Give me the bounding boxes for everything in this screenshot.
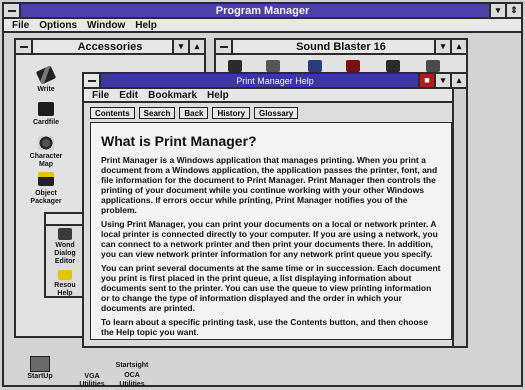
sound-blaster-title: Sound Blaster 16 [296,40,386,53]
minimize-button[interactable]: ▾ [434,74,450,87]
maximize-button[interactable]: ▴ [450,40,466,53]
help-paragraph-2: Using Print Manager, you can print your … [101,219,438,259]
help-menu-help[interactable]: Help [207,90,229,101]
help-menu-bookmark[interactable]: Bookmark [148,90,197,101]
minimize-button[interactable]: ▾ [172,40,188,53]
icon-label-character-map: Character Map [29,153,63,168]
bottom-label-oca: OCA [124,372,140,379]
desktop: Program Manager ▾ ⇕ File Options Window … [0,0,525,390]
icon-label-write: Write [37,86,55,93]
print-manager-help-window: Print Manager Help ■ ▾ ▴ File Edit Bookm… [82,72,468,348]
maximize-button[interactable]: ▴ [450,74,466,87]
sb-icon-1[interactable] [228,60,242,72]
menu-help[interactable]: Help [135,20,157,31]
startup-group-icon[interactable] [30,356,50,372]
program-manager-title: Program Manager [215,4,310,17]
bottom-label-utilities: Utilities [119,381,145,388]
help-paragraph-1: Print Manager is a Windows application t… [101,155,438,215]
object-packager-icon[interactable] [38,172,54,186]
close-icon[interactable]: ■ [418,74,434,87]
menu-options[interactable]: Options [39,20,77,31]
icon-label-cardfile: Cardfile [32,119,60,126]
minimize-button[interactable]: ▾ [434,40,450,53]
icon-label-partial: Editor [54,258,76,265]
help-paragraph-3: You can print several documents at the s… [101,263,441,313]
character-map-icon[interactable] [38,136,54,150]
contents-button[interactable]: Contents [90,107,135,119]
system-menu-box[interactable] [16,40,33,53]
menu-file[interactable]: File [12,20,29,31]
help-paragraph-4: To learn about a specific printing task,… [101,317,429,337]
restore-button[interactable]: ⇕ [505,4,521,17]
menu-window[interactable]: Window [87,20,125,31]
icon-label-partial: Wond [55,242,75,249]
window-controls: ▾ ▴ [172,40,204,53]
cardfile-icon[interactable] [38,102,54,116]
resource-help-icon[interactable] [58,270,72,280]
startup-label: StartUp [27,373,53,380]
help-menubar: File Edit Bookmark Help [84,89,466,103]
write-pen-icon[interactable] [35,65,57,85]
help-window-title: Print Manager Help [236,75,314,86]
program-manager-menubar: File Options Window Help [4,19,521,33]
sb-icon-3[interactable] [308,60,322,72]
dialog-editor-icon[interactable] [58,228,72,240]
window-controls: ▾ ▴ [434,40,466,53]
glossary-button[interactable]: Glossary [254,107,299,119]
back-button[interactable]: Back [179,107,209,119]
help-toolbar: Contents Search Back History Glossary [90,107,460,119]
help-topic-heading: What is Print Manager? [101,133,257,149]
maximize-button[interactable]: ▴ [188,40,204,53]
window-controls: ▾ ⇕ [489,4,521,17]
inner-titlebar[interactable] [46,214,86,226]
icon-label-object-packager: Object Packager [30,190,62,205]
system-menu-box[interactable] [84,74,101,87]
minimize-button[interactable]: ▾ [489,4,505,17]
sound-blaster-titlebar[interactable]: Sound Blaster 16 ▾ ▴ [216,40,466,55]
icon-label-partial: Help [57,290,73,297]
sb-icon-4[interactable] [346,60,360,72]
accessories-titlebar[interactable]: Accessories ▾ ▴ [16,40,204,55]
system-menu-box[interactable] [216,40,233,53]
sb-icon-2[interactable] [266,60,280,72]
bottom-label-startsight: Startsight [115,362,149,369]
bottom-label-vga-utilities: VGA Utilities [79,373,105,388]
history-button[interactable]: History [212,107,251,119]
sb-icon-5[interactable] [386,60,400,72]
program-manager-titlebar[interactable]: Program Manager ▾ ⇕ [4,4,521,19]
help-menu-edit[interactable]: Edit [119,90,138,101]
icon-label-partial: Dialog [54,250,76,257]
window-controls: ■ ▾ ▴ [418,74,466,87]
sb-icon-6[interactable] [426,60,440,72]
help-content[interactable]: What is Print Manager? Print Manager is … [90,122,452,340]
system-menu-box[interactable] [4,4,21,17]
help-titlebar[interactable]: Print Manager Help ■ ▾ ▴ [84,74,466,89]
help-menu-file[interactable]: File [92,90,109,101]
icon-label-partial: Resou [54,282,76,289]
help-scrollbar[interactable] [452,89,466,346]
search-button[interactable]: Search [138,107,176,119]
accessories-title: Accessories [77,40,143,53]
